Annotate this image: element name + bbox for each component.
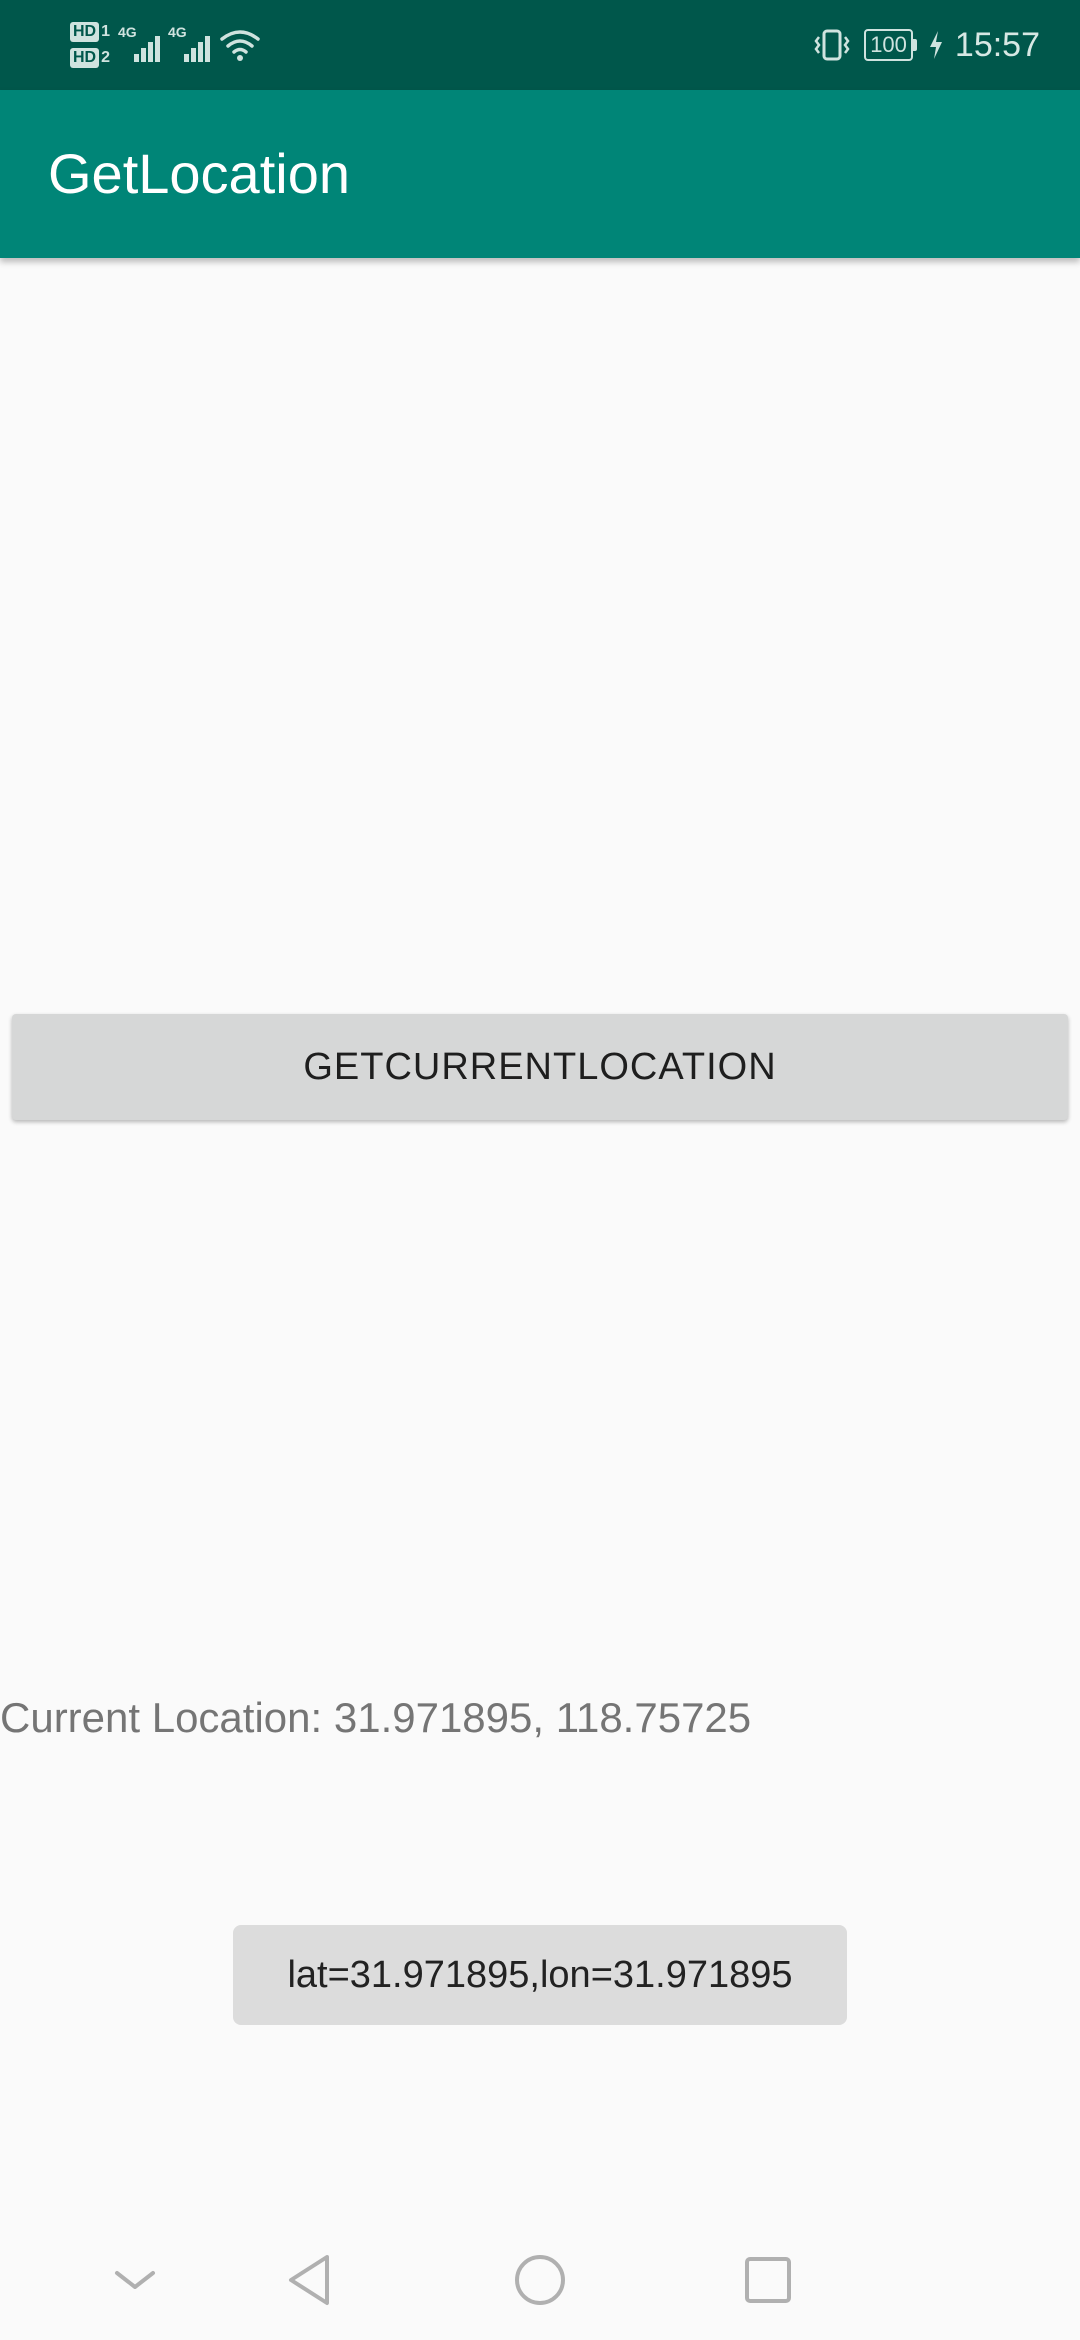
network-type: 4G: [118, 24, 137, 40]
home-icon[interactable]: [490, 2220, 590, 2340]
back-icon[interactable]: [259, 2220, 359, 2340]
sim-number: 2: [101, 49, 111, 66]
hd-icon: HD 1: [70, 22, 110, 42]
current-location-text: Current Location: 31.971895, 118.75725: [0, 1694, 752, 1741]
hd-badge-label: HD: [70, 22, 100, 42]
hd-icon: HD 2: [70, 48, 110, 68]
get-current-location-button[interactable]: GETCURRENTLOCATION: [12, 1014, 1068, 1120]
vibrate-icon: [812, 28, 852, 62]
app-title: GetLocation: [48, 142, 350, 205]
clock: 15:57: [954, 25, 1040, 64]
signal-icon: 4G: [168, 24, 211, 62]
battery-level: 100: [864, 29, 913, 61]
nav-bar: [0, 2220, 1080, 2340]
recents-icon[interactable]: [718, 2220, 818, 2340]
app-bar: GetLocation: [0, 90, 1080, 258]
hd-badge-label: HD: [70, 48, 100, 68]
battery-icon: 100: [864, 29, 917, 61]
wifi-icon: [220, 29, 260, 61]
hd-badges: HD 1 HD 2: [70, 22, 110, 68]
toast-message: lat=31.971895,lon=31.971895: [233, 1925, 847, 2025]
status-bar-left: HD 1 HD 2 4G 4G: [70, 14, 260, 76]
status-bar: HD 1 HD 2 4G 4G 100 15:57: [0, 0, 1080, 90]
network-type: 4G: [168, 24, 187, 40]
sim-number: 1: [101, 23, 111, 40]
status-bar-right: 100 15:57: [812, 0, 1040, 90]
signal-icon: 4G: [118, 24, 161, 62]
chevron-down-icon[interactable]: [85, 2220, 185, 2340]
charging-icon: [929, 31, 943, 59]
